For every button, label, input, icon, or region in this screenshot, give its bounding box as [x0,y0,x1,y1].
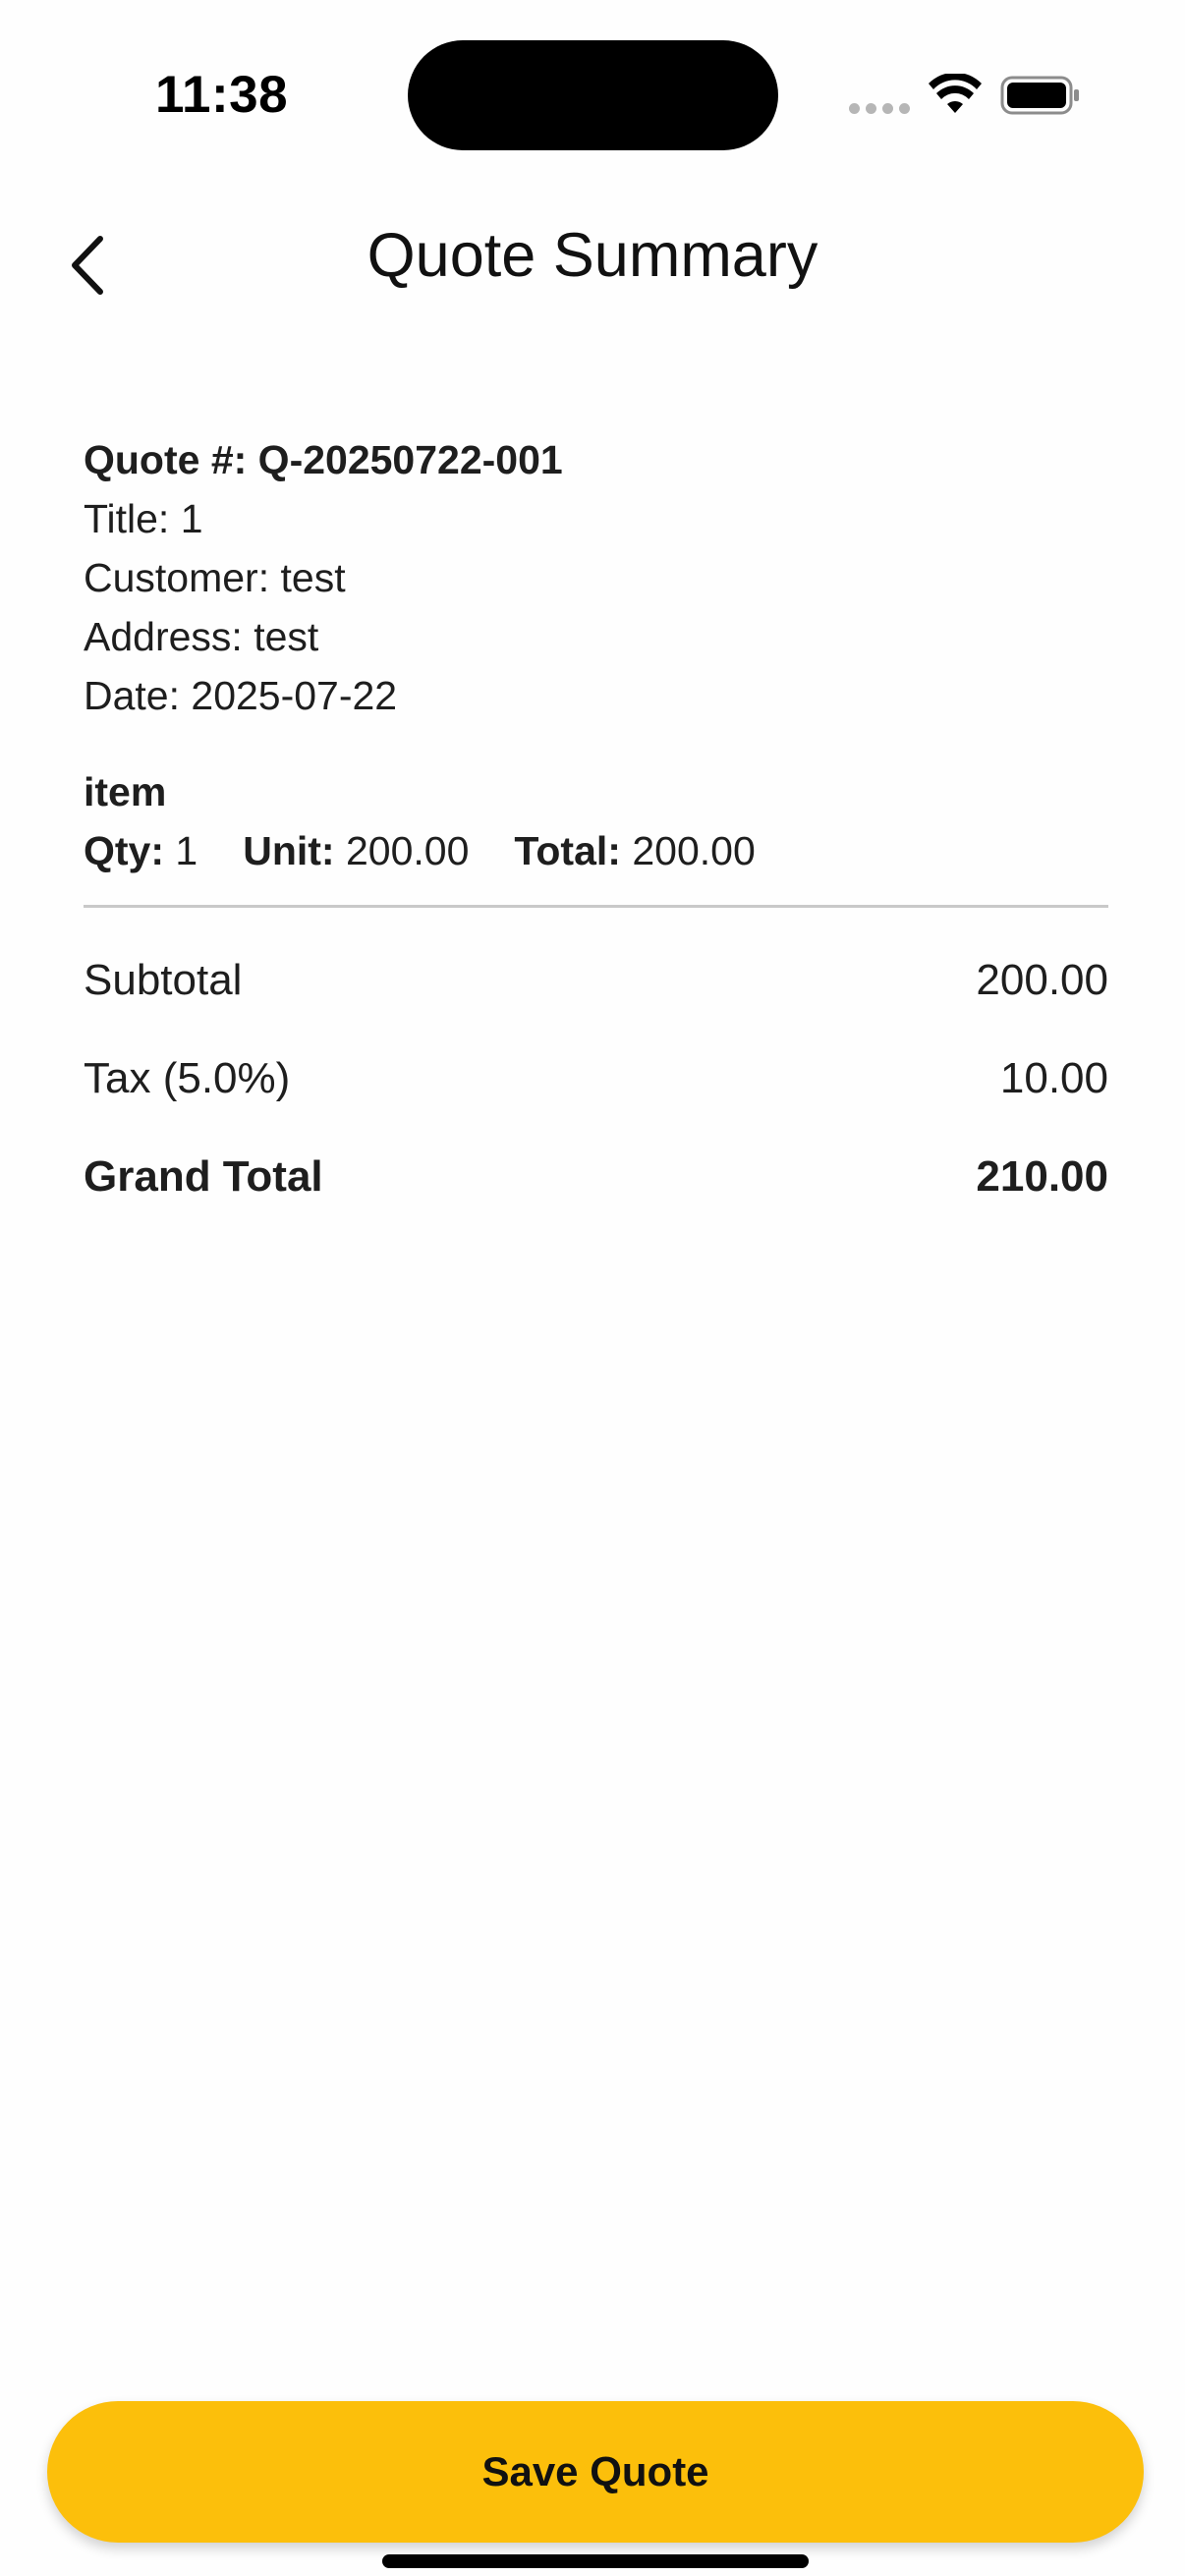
item-detail: Qty: 1 Unit: 200.00 Total: 200.00 [84,821,756,880]
status-time: 11:38 [155,66,289,124]
quote-title: Title: 1 [84,496,203,541]
quote-number: Quote #: Q-20250722-001 [84,437,563,482]
subtotal-row: Subtotal 200.00 [84,948,1108,1046]
item-total-value: 200.00 [632,828,756,873]
grand-total-row: Grand Total 210.00 [84,1145,1108,1243]
divider [84,905,1108,908]
battery-icon [1000,76,1079,115]
item-name: item [84,769,167,814]
tax-row: Tax (5.0%) 10.00 [84,1046,1108,1145]
page-title: Quote Summary [367,221,818,290]
grand-total-value: 210.00 [976,1152,1108,1201]
quote-info: Quote #: Q-20250722-001 Title: 1 Custome… [84,430,563,725]
wifi-icon [929,74,982,113]
subtotal-label: Subtotal [84,956,243,1004]
tax-label: Tax (5.0%) [84,1054,291,1102]
item-total-label: Total: [514,828,621,873]
subtotal-value: 200.00 [976,956,1108,1004]
qty-value: 1 [175,828,198,873]
grand-total-label: Grand Total [84,1152,323,1201]
quote-address: Address: test [84,614,319,659]
cellular-signal-icon [849,103,910,114]
tax-value: 10.00 [999,1054,1108,1102]
home-indicator [382,2554,809,2568]
save-quote-button[interactable]: Save Quote [47,2401,1144,2543]
list-item: item Qty: 1 Unit: 200.00 Total: 200.00 [84,762,756,880]
totals-section: Subtotal 200.00 Tax (5.0%) 10.00 Grand T… [84,948,1108,1243]
quote-customer: Customer: test [84,555,346,600]
unit-value: 200.00 [345,828,470,873]
unit-label: Unit: [243,828,335,873]
quote-date: Date: 2025-07-22 [84,673,398,718]
qty-label: Qty: [84,828,164,873]
dynamic-island [408,40,778,150]
